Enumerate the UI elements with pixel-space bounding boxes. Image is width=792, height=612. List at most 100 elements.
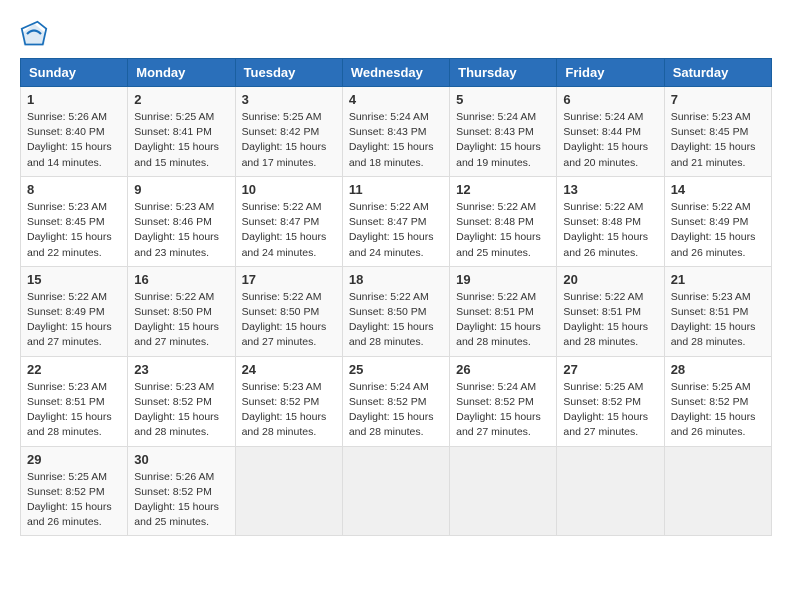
day-info: Sunrise: 5:23 AM Sunset: 8:45 PM Dayligh… xyxy=(27,200,121,261)
day-cell: 29 Sunrise: 5:25 AM Sunset: 8:52 PM Dayli… xyxy=(21,446,128,536)
day-info: Sunrise: 5:24 AM Sunset: 8:52 PM Dayligh… xyxy=(456,380,550,441)
day-info: Sunrise: 5:24 AM Sunset: 8:52 PM Dayligh… xyxy=(349,380,443,441)
day-cell: 27 Sunrise: 5:25 AM Sunset: 8:52 PM Dayli… xyxy=(557,356,664,446)
day-number: 7 xyxy=(671,92,765,107)
day-info: Sunrise: 5:24 AM Sunset: 8:44 PM Dayligh… xyxy=(563,110,657,171)
day-number: 2 xyxy=(134,92,228,107)
day-cell: 6 Sunrise: 5:24 AM Sunset: 8:44 PM Daylig… xyxy=(557,87,664,177)
day-number: 15 xyxy=(27,272,121,287)
col-header-sunday: Sunday xyxy=(21,59,128,87)
col-header-tuesday: Tuesday xyxy=(235,59,342,87)
day-cell: 19 Sunrise: 5:22 AM Sunset: 8:51 PM Dayli… xyxy=(450,266,557,356)
day-info: Sunrise: 5:23 AM Sunset: 8:51 PM Dayligh… xyxy=(27,380,121,441)
day-number: 14 xyxy=(671,182,765,197)
page-header xyxy=(20,20,772,48)
day-info: Sunrise: 5:25 AM Sunset: 8:52 PM Dayligh… xyxy=(671,380,765,441)
day-number: 3 xyxy=(242,92,336,107)
day-cell xyxy=(664,446,771,536)
day-cell: 11 Sunrise: 5:22 AM Sunset: 8:47 PM Dayli… xyxy=(342,176,449,266)
day-cell: 17Sunrise: 5:22 AM Sunset: 8:50 PM Dayli… xyxy=(235,266,342,356)
day-number: 22 xyxy=(27,362,121,377)
day-number: 19 xyxy=(456,272,550,287)
day-cell xyxy=(342,446,449,536)
day-cell xyxy=(450,446,557,536)
day-info: Sunrise: 5:22 AM Sunset: 8:51 PM Dayligh… xyxy=(456,290,550,351)
day-info: Sunrise: 5:25 AM Sunset: 8:41 PM Dayligh… xyxy=(134,110,228,171)
day-number: 25 xyxy=(349,362,443,377)
day-number: 12 xyxy=(456,182,550,197)
day-number: 11 xyxy=(349,182,443,197)
day-info: Sunrise: 5:22 AM Sunset: 8:49 PM Dayligh… xyxy=(671,200,765,261)
day-cell: 1Sunrise: 5:26 AM Sunset: 8:40 PM Daylig… xyxy=(21,87,128,177)
col-header-thursday: Thursday xyxy=(450,59,557,87)
day-cell: 26 Sunrise: 5:24 AM Sunset: 8:52 PM Dayli… xyxy=(450,356,557,446)
day-number: 28 xyxy=(671,362,765,377)
day-info: Sunrise: 5:26 AM Sunset: 8:40 PM Dayligh… xyxy=(27,110,121,171)
day-cell: 13 Sunrise: 5:22 AM Sunset: 8:48 PM Dayli… xyxy=(557,176,664,266)
day-info: Sunrise: 5:22 AM Sunset: 8:50 PM Dayligh… xyxy=(242,290,336,351)
day-cell: 18 Sunrise: 5:22 AM Sunset: 8:50 PM Dayli… xyxy=(342,266,449,356)
day-number: 16 xyxy=(134,272,228,287)
week-row-1: 1Sunrise: 5:26 AM Sunset: 8:40 PM Daylig… xyxy=(21,87,772,177)
calendar-table: SundayMondayTuesdayWednesdayThursdayFrid… xyxy=(20,58,772,536)
day-cell: 3 Sunrise: 5:25 AM Sunset: 8:42 PM Daylig… xyxy=(235,87,342,177)
day-info: Sunrise: 5:23 AM Sunset: 8:46 PM Dayligh… xyxy=(134,200,228,261)
day-info: Sunrise: 5:23 AM Sunset: 8:45 PM Dayligh… xyxy=(671,110,765,171)
day-info: Sunrise: 5:22 AM Sunset: 8:47 PM Dayligh… xyxy=(349,200,443,261)
day-info: Sunrise: 5:23 AM Sunset: 8:52 PM Dayligh… xyxy=(134,380,228,441)
col-header-monday: Monday xyxy=(128,59,235,87)
day-number: 10 xyxy=(242,182,336,197)
day-number: 23 xyxy=(134,362,228,377)
day-number: 4 xyxy=(349,92,443,107)
day-cell: 20 Sunrise: 5:22 AM Sunset: 8:51 PM Dayli… xyxy=(557,266,664,356)
day-info: Sunrise: 5:23 AM Sunset: 8:51 PM Dayligh… xyxy=(671,290,765,351)
day-info: Sunrise: 5:22 AM Sunset: 8:48 PM Dayligh… xyxy=(456,200,550,261)
day-number: 18 xyxy=(349,272,443,287)
day-info: Sunrise: 5:25 AM Sunset: 8:52 PM Dayligh… xyxy=(27,470,121,531)
day-cell: 22 Sunrise: 5:23 AM Sunset: 8:51 PM Dayli… xyxy=(21,356,128,446)
day-number: 5 xyxy=(456,92,550,107)
day-cell: 4 Sunrise: 5:24 AM Sunset: 8:43 PM Daylig… xyxy=(342,87,449,177)
week-row-4: 22 Sunrise: 5:23 AM Sunset: 8:51 PM Dayli… xyxy=(21,356,772,446)
day-cell: 30Sunrise: 5:26 AM Sunset: 8:52 PM Dayli… xyxy=(128,446,235,536)
col-header-friday: Friday xyxy=(557,59,664,87)
logo-icon xyxy=(20,20,48,48)
day-number: 24 xyxy=(242,362,336,377)
day-number: 21 xyxy=(671,272,765,287)
day-info: Sunrise: 5:22 AM Sunset: 8:48 PM Dayligh… xyxy=(563,200,657,261)
day-cell: 12 Sunrise: 5:22 AM Sunset: 8:48 PM Dayli… xyxy=(450,176,557,266)
day-info: Sunrise: 5:22 AM Sunset: 8:49 PM Dayligh… xyxy=(27,290,121,351)
day-cell: 7 Sunrise: 5:23 AM Sunset: 8:45 PM Daylig… xyxy=(664,87,771,177)
day-cell: 23 Sunrise: 5:23 AM Sunset: 8:52 PM Dayli… xyxy=(128,356,235,446)
day-cell: 21 Sunrise: 5:23 AM Sunset: 8:51 PM Dayli… xyxy=(664,266,771,356)
day-cell xyxy=(557,446,664,536)
day-info: Sunrise: 5:22 AM Sunset: 8:50 PM Dayligh… xyxy=(349,290,443,351)
day-info: Sunrise: 5:26 AM Sunset: 8:52 PM Dayligh… xyxy=(134,470,228,531)
day-cell: 24Sunrise: 5:23 AM Sunset: 8:52 PM Dayli… xyxy=(235,356,342,446)
day-info: Sunrise: 5:25 AM Sunset: 8:42 PM Dayligh… xyxy=(242,110,336,171)
day-info: Sunrise: 5:24 AM Sunset: 8:43 PM Dayligh… xyxy=(456,110,550,171)
day-number: 13 xyxy=(563,182,657,197)
day-cell: 28 Sunrise: 5:25 AM Sunset: 8:52 PM Dayli… xyxy=(664,356,771,446)
day-number: 26 xyxy=(456,362,550,377)
col-header-wednesday: Wednesday xyxy=(342,59,449,87)
day-cell: 9Sunrise: 5:23 AM Sunset: 8:46 PM Daylig… xyxy=(128,176,235,266)
logo xyxy=(20,20,52,48)
day-number: 6 xyxy=(563,92,657,107)
day-number: 20 xyxy=(563,272,657,287)
day-info: Sunrise: 5:24 AM Sunset: 8:43 PM Dayligh… xyxy=(349,110,443,171)
day-cell: 14 Sunrise: 5:22 AM Sunset: 8:49 PM Dayli… xyxy=(664,176,771,266)
day-info: Sunrise: 5:22 AM Sunset: 8:47 PM Dayligh… xyxy=(242,200,336,261)
day-cell: 5 Sunrise: 5:24 AM Sunset: 8:43 PM Daylig… xyxy=(450,87,557,177)
week-row-3: 15 Sunrise: 5:22 AM Sunset: 8:49 PM Dayli… xyxy=(21,266,772,356)
day-number: 29 xyxy=(27,452,121,467)
day-cell: 16Sunrise: 5:22 AM Sunset: 8:50 PM Dayli… xyxy=(128,266,235,356)
day-number: 27 xyxy=(563,362,657,377)
day-info: Sunrise: 5:25 AM Sunset: 8:52 PM Dayligh… xyxy=(563,380,657,441)
day-number: 8 xyxy=(27,182,121,197)
day-cell xyxy=(235,446,342,536)
day-cell: 10 Sunrise: 5:22 AM Sunset: 8:47 PM Dayli… xyxy=(235,176,342,266)
day-cell: 8 Sunrise: 5:23 AM Sunset: 8:45 PM Daylig… xyxy=(21,176,128,266)
col-header-saturday: Saturday xyxy=(664,59,771,87)
day-info: Sunrise: 5:22 AM Sunset: 8:51 PM Dayligh… xyxy=(563,290,657,351)
